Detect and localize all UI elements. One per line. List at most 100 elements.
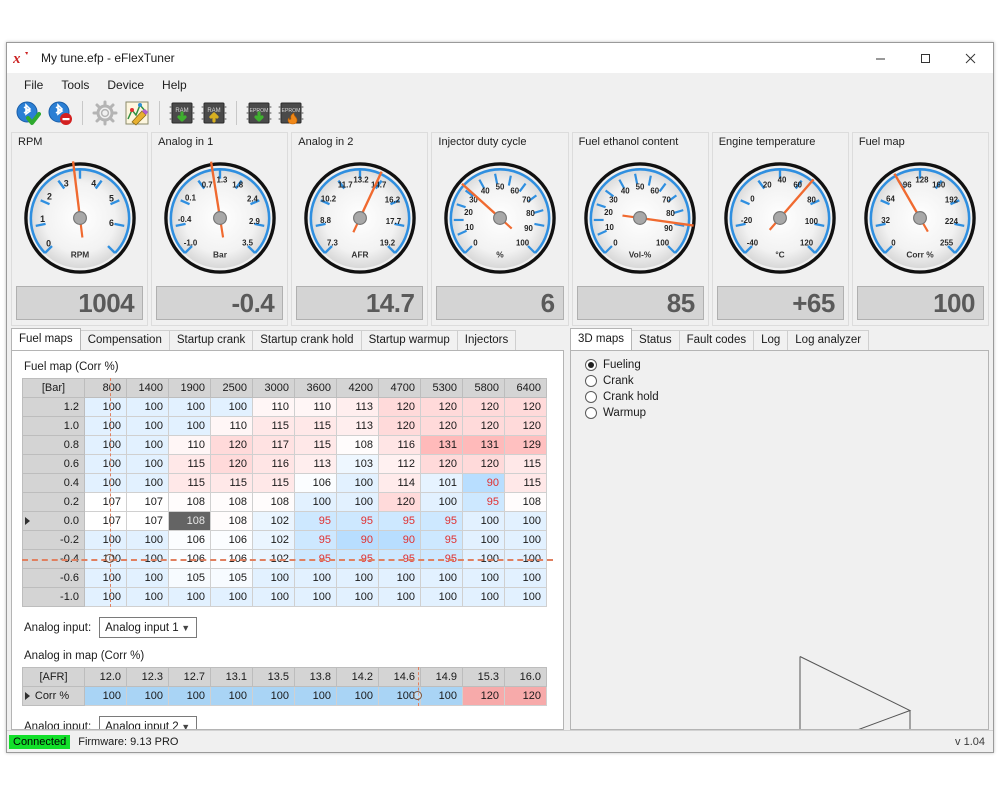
fuel-map-cell[interactable]: 95 <box>336 511 379 531</box>
fuel-map-row-header[interactable]: -1.0 <box>22 587 85 607</box>
fuel-map-row-header[interactable]: 0.2 <box>22 492 85 512</box>
fuel-map-cell[interactable]: 113 <box>336 397 379 417</box>
fuel-map-cell[interactable]: 115 <box>294 435 337 455</box>
fuel-map-cell[interactable]: 103 <box>336 454 379 474</box>
fuel-map-cell[interactable]: 100 <box>210 397 253 417</box>
fuel-map-cell[interactable]: 100 <box>84 435 127 455</box>
fuel-map-cell[interactable]: 95 <box>420 511 463 531</box>
fuel-map-cell[interactable]: 120 <box>462 454 505 474</box>
fuel-map-cell[interactable]: 100 <box>504 530 547 550</box>
fuel-map-cell[interactable]: 102 <box>252 549 295 569</box>
fuel-map-cell[interactable]: 100 <box>378 568 421 588</box>
fuel-map-col-header[interactable]: 2500 <box>210 378 253 398</box>
fuel-map-cell[interactable]: 100 <box>336 473 379 493</box>
fuel-map-cell[interactable]: 100 <box>84 454 127 474</box>
fuel-map-row-header[interactable]: 0.4 <box>22 473 85 493</box>
fuel-map-cell[interactable]: 102 <box>252 511 295 531</box>
fuel-map-cell[interactable]: 115 <box>168 473 211 493</box>
fuel-map-cell[interactable]: 100 <box>126 435 169 455</box>
fuel-map-cell[interactable]: 100 <box>294 587 337 607</box>
fuel-map-cell[interactable]: 131 <box>420 435 463 455</box>
fuel-map-cell[interactable]: 100 <box>420 587 463 607</box>
fuel-map-cell[interactable]: 120 <box>504 416 547 436</box>
menu-item-file[interactable]: File <box>15 75 52 95</box>
fuel-map-cell[interactable]: 117 <box>252 435 295 455</box>
fuel-map-cell[interactable]: 100 <box>504 549 547 569</box>
fuel-map-col-header[interactable]: 3600 <box>294 378 337 398</box>
analog-map-cell[interactable]: 100 <box>210 686 253 706</box>
fuel-map-cell[interactable]: 95 <box>378 511 421 531</box>
fuel-map-cell[interactable]: 112 <box>378 454 421 474</box>
analog-map-cell[interactable]: 120 <box>462 686 505 706</box>
tune-edit-icon[interactable] <box>122 98 152 128</box>
analog-map-col-header[interactable]: 16.0 <box>504 667 547 687</box>
fuel-map-cell[interactable]: 95 <box>378 549 421 569</box>
fuel-map-cell[interactable]: 110 <box>252 397 295 417</box>
fuel-map-cell[interactable]: 100 <box>378 587 421 607</box>
fuel-map-cell[interactable]: 120 <box>420 416 463 436</box>
fuel-map-cell[interactable]: 120 <box>378 416 421 436</box>
fuel-map-cell[interactable]: 100 <box>126 587 169 607</box>
fuel-map-col-header[interactable]: 4700 <box>378 378 421 398</box>
fuel-map-cell[interactable]: 100 <box>504 511 547 531</box>
fuel-map-cell[interactable]: 120 <box>210 435 253 455</box>
fuel-map-cell[interactable]: 120 <box>210 454 253 474</box>
fuel-map-cell[interactable]: 120 <box>462 397 505 417</box>
analog-map-col-header[interactable]: 13.8 <box>294 667 337 687</box>
fuel-map-col-header[interactable]: 1400 <box>126 378 169 398</box>
fuel-map-cell[interactable]: 106 <box>168 530 211 550</box>
tab-status[interactable]: Status <box>631 330 680 350</box>
fuel-map-col-header[interactable]: 3000 <box>252 378 295 398</box>
fuel-map-cell[interactable]: 115 <box>252 416 295 436</box>
fuel-map-cell[interactable]: 116 <box>252 454 295 474</box>
fuel-map-cell[interactable]: 114 <box>378 473 421 493</box>
fuel-map-cell[interactable]: 100 <box>462 511 505 531</box>
fuel-map-cell[interactable]: 90 <box>462 473 505 493</box>
fuel-map-cell[interactable]: 120 <box>378 397 421 417</box>
fuel-map-cell[interactable]: 100 <box>168 397 211 417</box>
fuel-map-cell[interactable]: 115 <box>252 473 295 493</box>
tab-startup-crank[interactable]: Startup crank <box>168 330 254 350</box>
fuel-map-cell[interactable]: 100 <box>84 530 127 550</box>
fuel-map-cell[interactable]: 100 <box>84 397 127 417</box>
fuel-map-table[interactable]: [Bar] 800 1400 1900 2500 3000 3600 4200 4700 5300… <box>22 378 547 607</box>
fuel-map-cell[interactable]: 113 <box>336 416 379 436</box>
fuel-map-col-header[interactable]: 1900 <box>168 378 211 398</box>
eprom-download-icon[interactable]: EPROM <box>244 98 274 128</box>
fuel-map-cell[interactable]: 120 <box>504 397 547 417</box>
fuel-map-cell[interactable]: 106 <box>168 549 211 569</box>
tab-startup-warmup[interactable]: Startup warmup <box>360 330 458 350</box>
fuel-map-cell[interactable]: 95 <box>462 492 505 512</box>
fuel-map-cell[interactable]: 100 <box>126 454 169 474</box>
fuel-map-cell[interactable]: 100 <box>336 568 379 588</box>
analog-map-cell[interactable]: 120 <box>504 686 547 706</box>
fuel-map-cell[interactable]: 100 <box>126 473 169 493</box>
analog-map-cell[interactable]: 100 <box>84 686 127 706</box>
tab-log-analyzer[interactable]: Log analyzer <box>787 330 870 350</box>
ram-upload-icon[interactable]: RAM <box>199 98 229 128</box>
fuel-map-cell[interactable]: 131 <box>462 435 505 455</box>
fuel-map-cell[interactable]: 95 <box>420 530 463 550</box>
fuel-map-cell[interactable]: 100 <box>84 568 127 588</box>
fuel-map-cell[interactable]: 100 <box>126 397 169 417</box>
fuel-map-cell[interactable]: 100 <box>294 492 337 512</box>
fuel-map-cell[interactable]: 108 <box>504 492 547 512</box>
fuel-map-cell[interactable]: 100 <box>294 568 337 588</box>
fuel-map-cell[interactable]: 100 <box>126 530 169 550</box>
fuel-map-cell[interactable]: 105 <box>210 568 253 588</box>
analog-input-2-select[interactable]: Analog input 2 ▼ <box>99 716 198 729</box>
minimize-button[interactable] <box>858 43 903 73</box>
fuel-map-row-header[interactable]: 0.0 <box>22 511 85 531</box>
eprom-burn-icon[interactable]: EPROM <box>276 98 306 128</box>
fuel-map-cell[interactable]: 100 <box>126 568 169 588</box>
fuel-map-cell[interactable]: 106 <box>210 549 253 569</box>
gear-icon[interactable] <box>90 98 120 128</box>
analog-map-col-header[interactable]: 12.7 <box>168 667 211 687</box>
fuel-map-cell[interactable]: 100 <box>168 587 211 607</box>
analog-input-1-select[interactable]: Analog input 1 ▼ <box>99 617 198 638</box>
fuel-map-row-header[interactable]: -0.6 <box>22 568 85 588</box>
close-button[interactable] <box>948 43 993 73</box>
tab-startup-crank-hold[interactable]: Startup crank hold <box>252 330 362 350</box>
fuel-map-cell[interactable]: 90 <box>336 530 379 550</box>
fuel-map-row-header[interactable]: -0.4 <box>22 549 85 569</box>
